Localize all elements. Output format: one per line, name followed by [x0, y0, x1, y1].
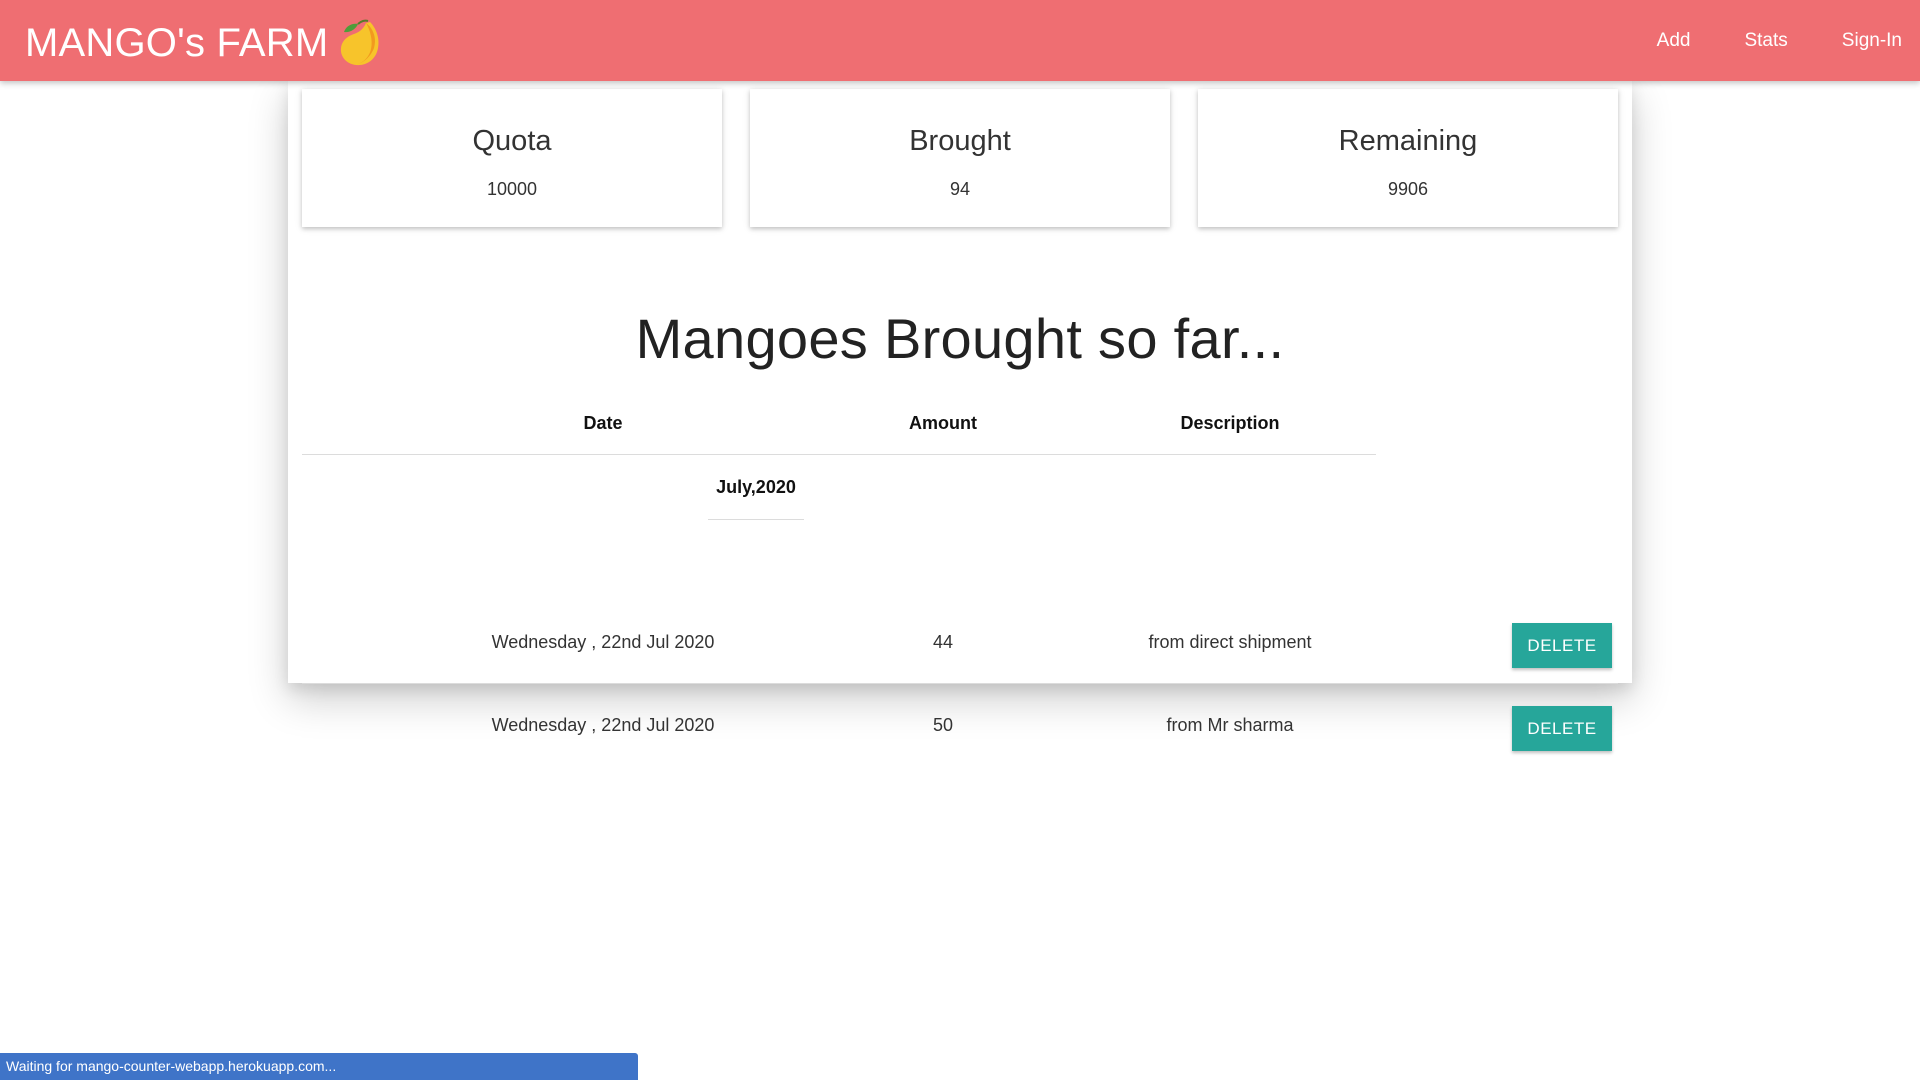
row-description: from Mr sharma: [1166, 715, 1294, 735]
row-amount: 44: [932, 632, 954, 652]
brand-title: MANGO's FARM: [25, 21, 329, 65]
brought-card: Brought 94: [750, 89, 1170, 227]
nav-sign-in-link[interactable]: Sign-In: [1842, 30, 1902, 52]
quota-card: Quota 10000: [302, 89, 722, 227]
column-header-date: Date: [583, 413, 623, 433]
mango-icon: [341, 19, 379, 66]
column-header-description: Description: [1180, 413, 1280, 433]
table-row: Wednesday , 22nd Jul 2020 50 from Mr sha…: [302, 684, 1618, 766]
row-amount: 50: [932, 715, 954, 735]
brand-logo[interactable]: MANGO's FARM: [25, 18, 382, 68]
column-header-amount: Amount: [909, 413, 977, 433]
navbar: MANGO's FARM Add Stats Sign-In: [0, 0, 1920, 81]
remaining-card: Remaining 9906: [1198, 89, 1618, 227]
row-date: Wednesday , 22nd Jul 2020: [491, 715, 715, 735]
page-title: Mangoes Brought so far...: [635, 307, 1285, 370]
row-date: Wednesday , 22nd Jul 2020: [491, 632, 715, 652]
nav-add-link[interactable]: Add: [1657, 30, 1691, 52]
quota-value: 10000: [486, 179, 538, 199]
remaining-value: 9906: [1387, 179, 1429, 199]
brought-label: Brought: [909, 125, 1011, 157]
delete-button[interactable]: DELETE: [1512, 623, 1612, 668]
brought-value: 94: [949, 179, 971, 199]
remaining-label: Remaining: [1338, 125, 1478, 157]
nav-stats-link[interactable]: Stats: [1744, 30, 1787, 52]
table-row: Wednesday , 22nd Jul 2020 44 from direct…: [302, 601, 1618, 684]
row-description: from direct shipment: [1148, 632, 1312, 652]
quota-label: Quota: [472, 125, 552, 157]
table-header-divider: [302, 454, 1376, 455]
main-container: Quota 10000 Brought 94 Remaining 9906 Ma…: [288, 81, 1632, 751]
nav-links: Add Stats Sign-In: [1603, 0, 1902, 81]
browser-status-bar: Waiting for mango-counter-webapp.herokua…: [0, 1053, 638, 1080]
month-group-divider: [708, 519, 804, 520]
delete-button[interactable]: DELETE: [1512, 706, 1612, 751]
month-group-label: July,2020: [716, 477, 796, 497]
